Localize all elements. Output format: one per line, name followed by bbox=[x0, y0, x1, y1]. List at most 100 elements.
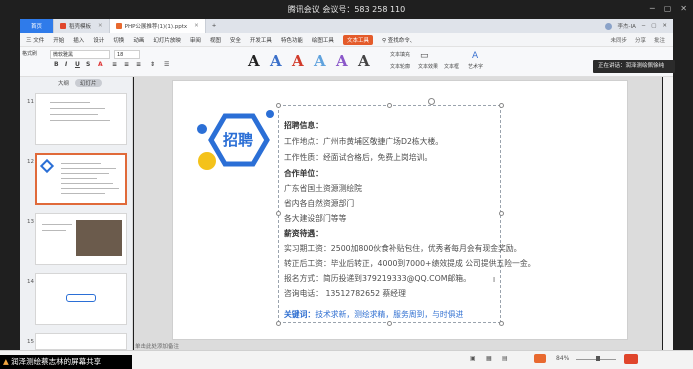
new-tab-button[interactable]: + bbox=[206, 19, 223, 33]
text-box-button[interactable]: 文本框 bbox=[444, 63, 459, 70]
art-style-2[interactable]: A bbox=[270, 52, 282, 70]
slide-number: 14 bbox=[27, 279, 34, 285]
menu-review[interactable]: 审阅 bbox=[190, 36, 201, 44]
view-normal-icon[interactable]: ▣ bbox=[470, 355, 476, 362]
close-icon[interactable]: ✕ bbox=[662, 23, 667, 29]
font-size-select[interactable]: 18 bbox=[114, 50, 140, 59]
restore-icon[interactable]: ▢ bbox=[664, 4, 672, 13]
font-name-select[interactable]: 微软雅黑 bbox=[50, 50, 110, 59]
tab-pptx[interactable]: PHP公展推荐(1)(1).pptx ✕ bbox=[109, 19, 206, 33]
salary-heading: 薪资待遇： bbox=[284, 229, 323, 238]
tab-outline[interactable]: 大纲 bbox=[58, 79, 69, 87]
art-word-icon: A bbox=[472, 51, 479, 61]
text-fill-button[interactable]: 文本填充 bbox=[390, 51, 410, 58]
meeting-title-bar: 腾讯会议 会议号：583 258 110 ─ ▢ ✕ bbox=[0, 0, 693, 19]
text-box-icon[interactable]: ▭ bbox=[420, 51, 429, 61]
slide-thumbnail-11[interactable] bbox=[35, 93, 127, 145]
menu-slideshow[interactable]: 幻灯片放映 bbox=[153, 36, 181, 44]
close-tab-icon[interactable]: ✕ bbox=[194, 23, 199, 29]
align-right-icon[interactable]: ≡ bbox=[136, 61, 141, 68]
art-word-button[interactable]: 艺术字 bbox=[468, 63, 483, 70]
slide-thumbnail-15[interactable] bbox=[35, 333, 127, 350]
art-style-6[interactable]: A bbox=[358, 52, 370, 70]
command-search-label: 查找命令、 bbox=[387, 37, 416, 44]
minimize-icon[interactable]: ─ bbox=[650, 4, 655, 13]
menu-security[interactable]: 安全 bbox=[230, 36, 241, 44]
restore-icon[interactable]: ▢ bbox=[651, 23, 656, 29]
menu-animation[interactable]: 动画 bbox=[133, 36, 144, 44]
menu-start[interactable]: 开始 bbox=[53, 36, 64, 44]
comment-button[interactable]: 批注 bbox=[654, 36, 665, 44]
avatar[interactable] bbox=[604, 22, 612, 30]
menu-right: 未同步 分享 批注 bbox=[610, 36, 673, 44]
rotate-handle-icon[interactable] bbox=[428, 98, 435, 105]
menu-text-tools[interactable]: 文本工具 bbox=[342, 34, 373, 45]
menu-features[interactable]: 特色功能 bbox=[281, 36, 303, 44]
zoom-level[interactable]: 84% bbox=[556, 355, 569, 362]
recruit-badge-text: 招聘 bbox=[223, 131, 254, 149]
menu-insert[interactable]: 插入 bbox=[73, 36, 84, 44]
input-method-icon[interactable] bbox=[624, 354, 638, 364]
align-center-icon[interactable]: ≡ bbox=[124, 61, 129, 68]
play-slideshow-icon[interactable] bbox=[534, 354, 546, 363]
italic-button[interactable]: I bbox=[65, 61, 67, 68]
menu-file[interactable]: 三 文件 bbox=[26, 36, 44, 44]
menu-developer[interactable]: 开发工具 bbox=[250, 36, 272, 44]
mic-icon: ▲ bbox=[3, 357, 9, 366]
menu-design[interactable]: 设计 bbox=[93, 36, 104, 44]
slide-number: 15 bbox=[27, 339, 34, 345]
keywords-line: 关键词：技术求新，测绘求精，服务周到，与时俱进 bbox=[284, 309, 463, 320]
resize-handle[interactable] bbox=[499, 211, 504, 216]
slide-page[interactable]: 招聘 招聘信息： 工作地点：广州市黄埔区敬捷广场D2栋大楼。 工作性质：经面试合… bbox=[172, 80, 628, 340]
menu-drawing-tools[interactable]: 绘图工具 bbox=[312, 36, 334, 44]
resize-handle[interactable] bbox=[499, 321, 504, 326]
resize-handle[interactable] bbox=[276, 321, 281, 326]
strikethrough-button[interactable]: S bbox=[86, 61, 90, 68]
text-outline-button[interactable]: 文本轮廓 bbox=[390, 63, 410, 70]
art-style-4[interactable]: A bbox=[314, 52, 326, 70]
close-icon[interactable]: ✕ bbox=[680, 4, 687, 13]
resize-handle[interactable] bbox=[387, 103, 392, 108]
button-thumb-shape bbox=[66, 294, 96, 302]
art-style-3[interactable]: A bbox=[292, 52, 304, 70]
view-reading-icon[interactable]: ▤ bbox=[502, 355, 508, 362]
vertical-scrollbar[interactable] bbox=[663, 77, 673, 350]
partner-1: 广东省国土资源测绘院 bbox=[284, 184, 362, 193]
slide-thumbnail-13[interactable] bbox=[35, 213, 127, 265]
font-color-button[interactable]: A bbox=[98, 61, 103, 68]
user-name[interactable]: 李杰-IA bbox=[618, 22, 636, 30]
badge-thumb-icon bbox=[39, 158, 55, 174]
resize-handle[interactable] bbox=[499, 103, 504, 108]
line-spacing-icon[interactable]: ⇕ bbox=[150, 61, 155, 68]
zoom-slider-thumb[interactable] bbox=[596, 356, 600, 361]
text-effect-button[interactable]: 文本效果 bbox=[418, 63, 438, 70]
close-tab-icon[interactable]: ✕ bbox=[98, 23, 103, 29]
search-icon: ⚲ bbox=[381, 37, 386, 44]
sync-status[interactable]: 未同步 bbox=[610, 36, 627, 44]
art-style-5[interactable]: A bbox=[336, 52, 348, 70]
minimize-icon[interactable]: ─ bbox=[642, 23, 645, 29]
format-brush-label[interactable]: 格式刷 bbox=[22, 50, 37, 57]
bullets-icon[interactable]: ☰ bbox=[164, 61, 169, 68]
command-search[interactable]: ⚲ 查找命令、 bbox=[382, 36, 415, 44]
resize-handle[interactable] bbox=[276, 211, 281, 216]
align-left-icon[interactable]: ≡ bbox=[112, 61, 117, 68]
tab-docer[interactable]: 稻壳模板 ✕ bbox=[54, 19, 110, 33]
view-sorter-icon[interactable]: ▦ bbox=[486, 355, 492, 362]
slide-number: 13 bbox=[27, 219, 34, 225]
notes-placeholder[interactable]: 单击此处添加备注 bbox=[135, 342, 179, 350]
resize-handle[interactable] bbox=[276, 103, 281, 108]
menu-view[interactable]: 视图 bbox=[210, 36, 221, 44]
keywords-text: 技术求新，测绘求精，服务周到，与时俱进 bbox=[315, 310, 464, 319]
slide-thumbnail-14[interactable] bbox=[35, 273, 127, 325]
underline-button[interactable]: U bbox=[75, 61, 80, 68]
bold-button[interactable]: B bbox=[54, 61, 59, 68]
regular-salary: 转正后工资：毕业后转正，4000到7000+绩效提成 公司提供五险一金。 bbox=[284, 259, 536, 268]
art-style-1[interactable]: A bbox=[248, 52, 260, 70]
tab-slides[interactable]: 幻灯片 bbox=[75, 78, 102, 87]
tab-home[interactable]: 首页 bbox=[20, 19, 54, 33]
menu-transition[interactable]: 切换 bbox=[113, 36, 124, 44]
share-button[interactable]: 分享 bbox=[635, 36, 646, 44]
resize-handle[interactable] bbox=[387, 321, 392, 326]
slide-thumbnail-12[interactable] bbox=[35, 153, 127, 205]
